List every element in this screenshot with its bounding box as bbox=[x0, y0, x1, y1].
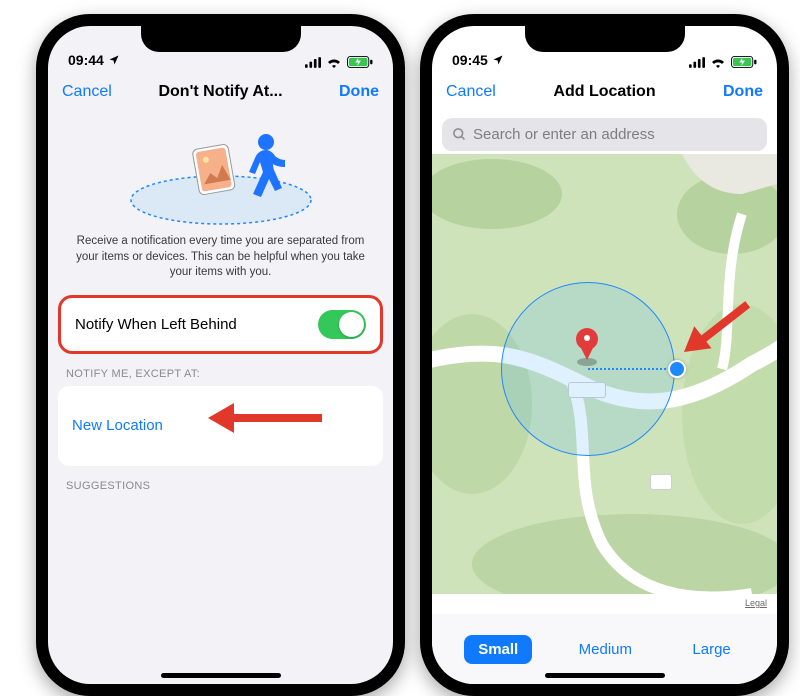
page-title: Add Location bbox=[553, 83, 655, 101]
page-title: Don't Notify At... bbox=[158, 83, 282, 101]
cancel-button[interactable]: Cancel bbox=[446, 83, 496, 101]
except-section-label: NOTIFY ME, EXCEPT AT: bbox=[48, 354, 393, 386]
phone-frame-left: 09:44 Cancel Don't Notify At... Done bbox=[36, 14, 405, 696]
nav-bar: Cancel Add Location Done bbox=[432, 70, 777, 114]
segment-small[interactable]: Small bbox=[464, 635, 532, 664]
done-button[interactable]: Done bbox=[339, 83, 379, 101]
notify-toggle-label: Notify When Left Behind bbox=[75, 316, 237, 333]
notify-toggle-row: Notify When Left Behind bbox=[61, 298, 380, 351]
wifi-icon bbox=[710, 56, 726, 68]
segment-medium[interactable]: Medium bbox=[565, 635, 646, 664]
map-pin-icon[interactable] bbox=[573, 328, 601, 368]
location-arrow-icon bbox=[108, 54, 120, 66]
status-time: 09:44 bbox=[68, 52, 104, 68]
hero-illustration bbox=[48, 120, 393, 228]
home-indicator[interactable] bbox=[161, 673, 281, 678]
screen-left: 09:44 Cancel Don't Notify At... Done bbox=[48, 26, 393, 684]
search-placeholder: Search or enter an address bbox=[473, 126, 655, 143]
search-icon bbox=[452, 127, 467, 142]
location-arrow-icon bbox=[492, 54, 504, 66]
notify-toggle-card: Notify When Left Behind bbox=[58, 295, 383, 354]
radius-line bbox=[588, 368, 674, 370]
map-view[interactable]: Legal bbox=[432, 154, 777, 614]
description-text: Receive a notification every time you ar… bbox=[48, 228, 393, 295]
signal-icon bbox=[305, 57, 321, 68]
annotation-arrow-left-icon bbox=[208, 402, 328, 432]
phone-frame-right: 09:45 Cancel Add Location Done Search or… bbox=[420, 14, 789, 696]
battery-charging-icon bbox=[731, 56, 757, 68]
home-indicator[interactable] bbox=[545, 673, 665, 678]
notify-toggle-switch[interactable] bbox=[318, 310, 366, 339]
nav-bar: Cancel Don't Notify At... Done bbox=[48, 70, 393, 114]
signal-icon bbox=[689, 57, 705, 68]
segment-large[interactable]: Large bbox=[678, 635, 744, 664]
new-location-link[interactable]: New Location bbox=[72, 417, 163, 434]
cancel-button[interactable]: Cancel bbox=[62, 83, 112, 101]
suggestions-section-label: SUGGESTIONS bbox=[48, 466, 393, 498]
notch bbox=[525, 26, 685, 52]
annotation-arrow-diag-icon bbox=[676, 304, 766, 394]
status-time: 09:45 bbox=[452, 52, 488, 68]
notch bbox=[141, 26, 301, 52]
screen-right: 09:45 Cancel Add Location Done Search or… bbox=[432, 26, 777, 684]
building-shape bbox=[650, 474, 672, 490]
ipad-device-icon bbox=[192, 144, 235, 196]
battery-charging-icon bbox=[347, 56, 373, 68]
done-button[interactable]: Done bbox=[723, 83, 763, 101]
legal-link[interactable]: Legal bbox=[745, 598, 767, 608]
search-field[interactable]: Search or enter an address bbox=[442, 118, 767, 151]
wifi-icon bbox=[326, 56, 342, 68]
